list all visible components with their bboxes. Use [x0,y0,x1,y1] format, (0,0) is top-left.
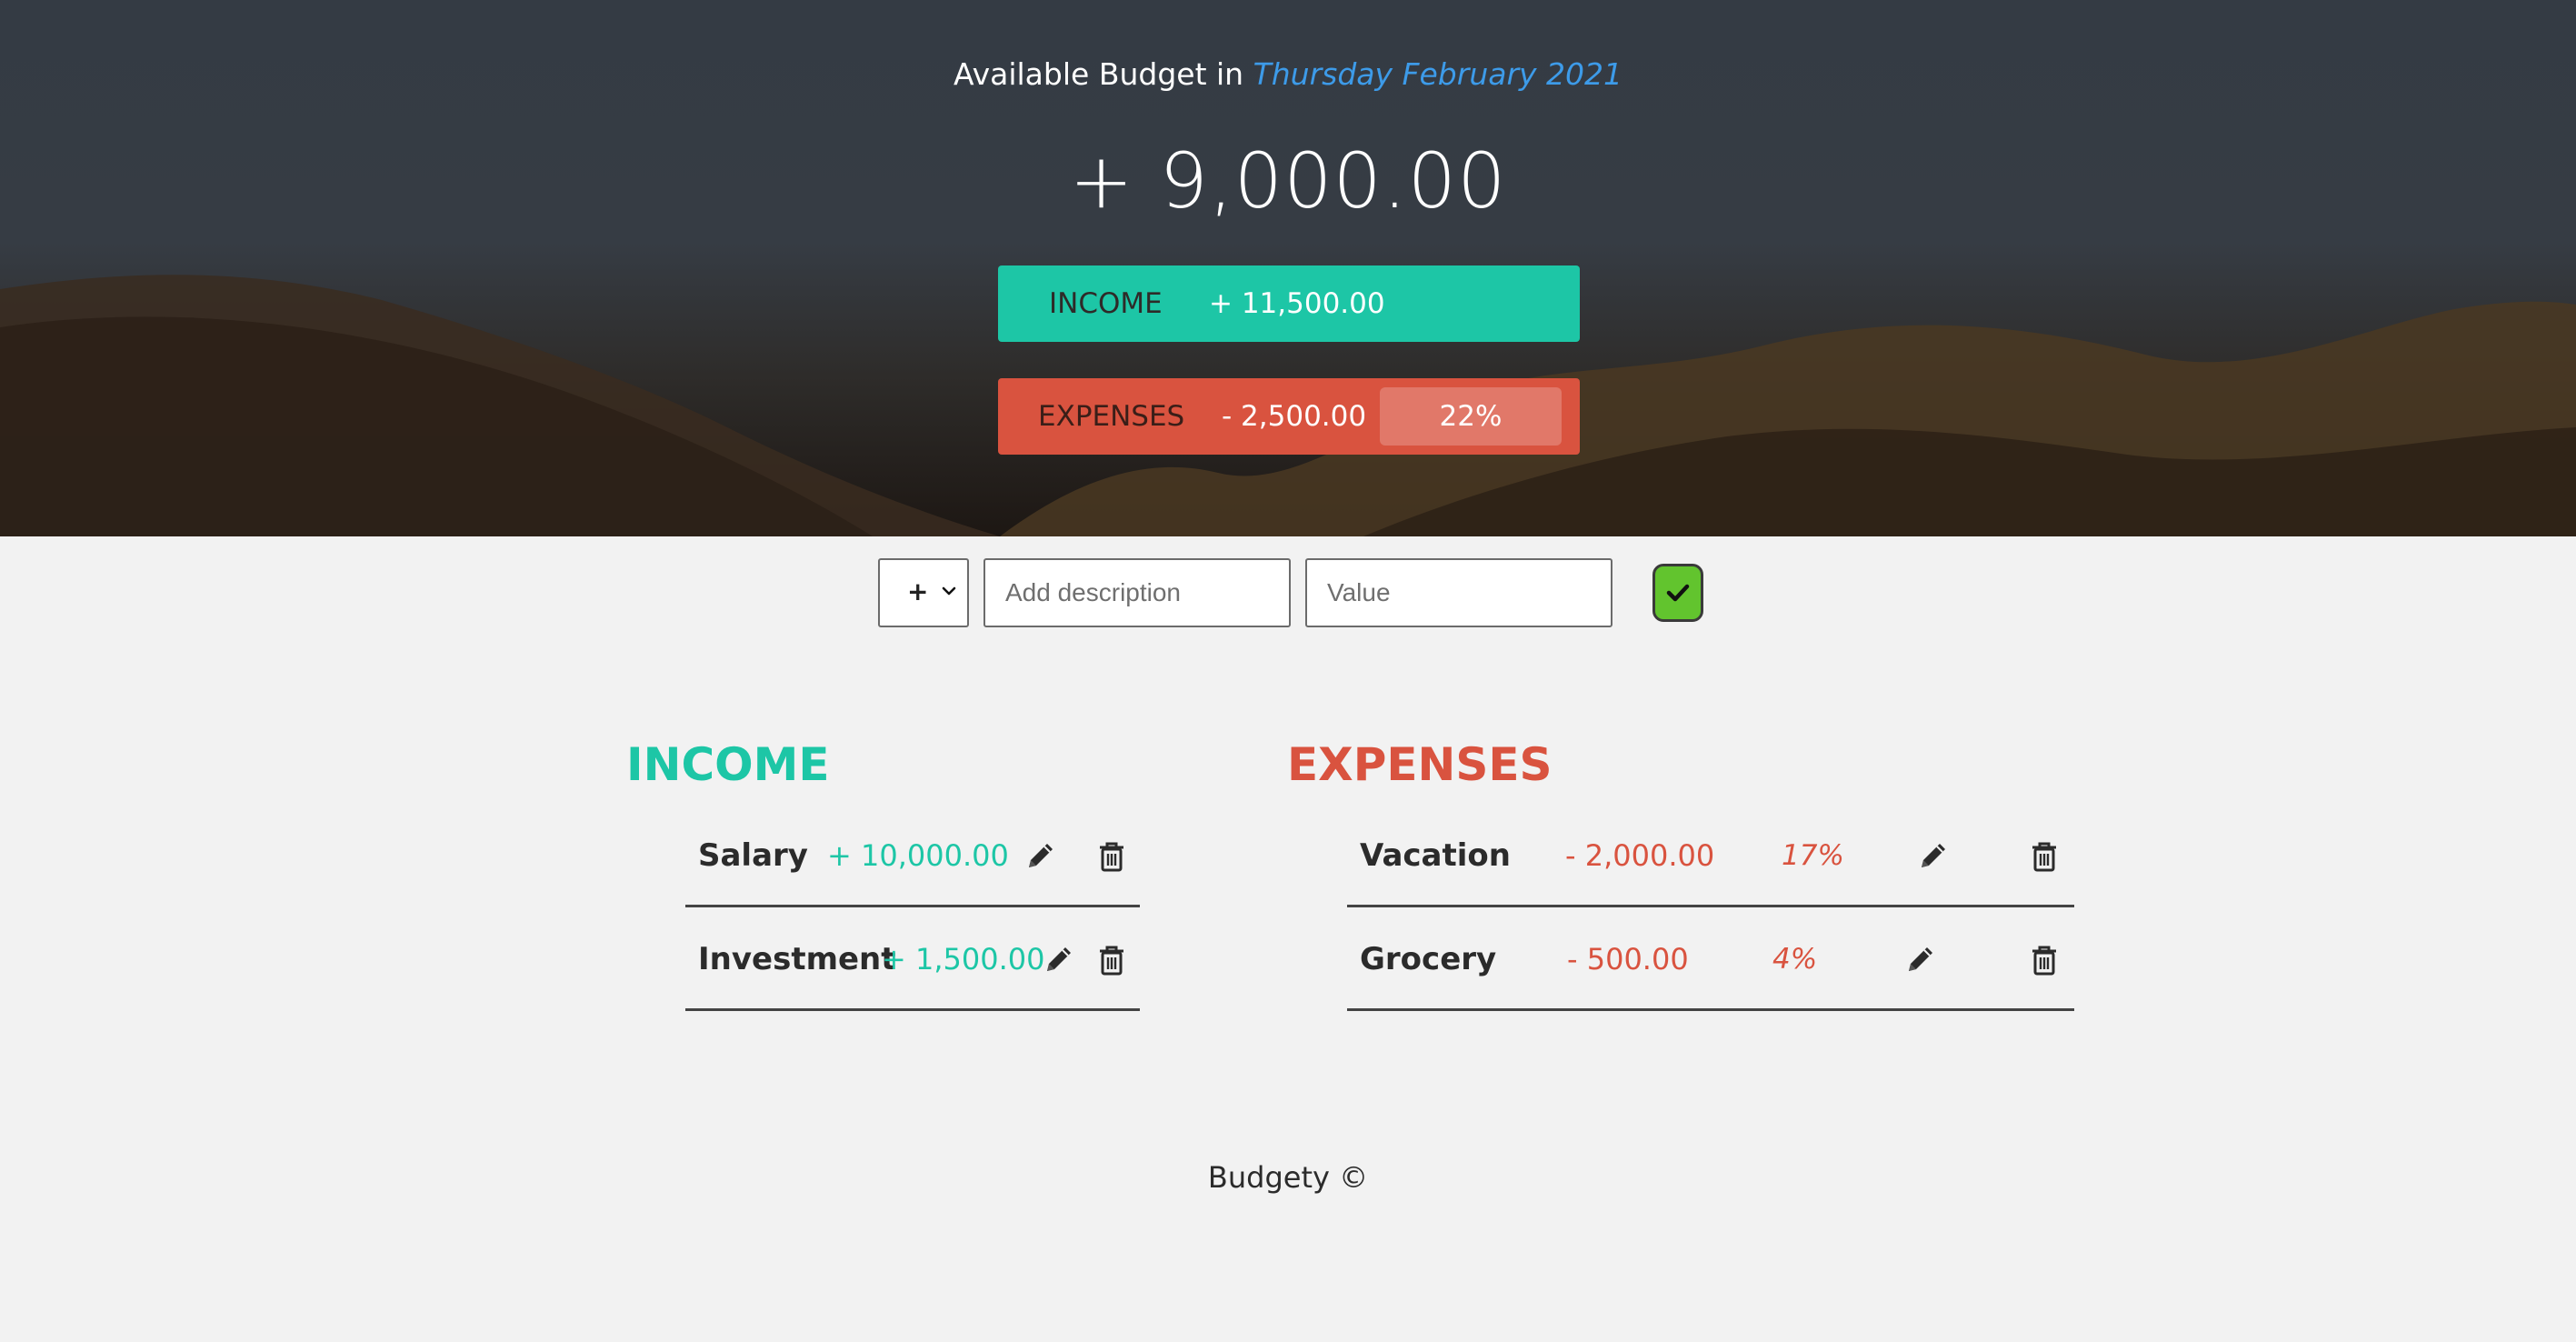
expense-item: Vacation - 2,000.00 17% [1347,804,2074,907]
income-item: Salary + 10,000.00 [685,804,1140,907]
income-item: Investment + 1,500.00 [685,907,1140,1011]
budget-title: Available Budget in Thursday February 20… [0,56,2576,92]
trash-icon[interactable] [2029,944,2060,976]
income-item-description: Salary [698,837,808,874]
trash-icon[interactable] [2029,840,2060,873]
trash-icon[interactable] [1096,840,1127,873]
expense-item-percentage: 17% [1782,839,1844,872]
income-summary-label: INCOME [1049,287,1163,320]
expenses-summary-percentage: 22% [1380,387,1562,446]
footer-text: Budgety © [1207,1160,1369,1195]
income-item-value: + 10,000.00 [827,838,1009,873]
description-input[interactable] [983,558,1291,627]
budget-month: Thursday February 2021 [1253,56,1623,92]
check-icon [1666,584,1690,602]
income-item-description: Investment [698,941,896,977]
expense-item-percentage: 4% [1772,943,1818,976]
expenses-summary-label: EXPENSES [1038,400,1185,433]
expenses-summary-value: - 2,500.00 [1222,400,1367,433]
expenses-summary: EXPENSES - 2,500.00 22% [998,378,1580,455]
pencil-icon[interactable] [1905,944,1936,976]
budget-header: Available Budget in Thursday February 20… [0,0,2576,536]
chevron-down-icon [942,586,956,596]
pencil-icon[interactable] [1025,840,1056,873]
budget-title-prefix: Available Budget in [953,56,1244,92]
trash-icon[interactable] [1096,944,1127,976]
expense-item-description: Vacation [1360,837,1511,874]
expense-item-value: - 2,000.00 [1565,838,1715,873]
type-select-value: + [907,576,929,606]
type-select[interactable]: + [878,558,969,627]
expense-item-description: Grocery [1360,941,1497,977]
add-item-button[interactable] [1652,564,1703,622]
income-summary: INCOME + 11,500.00 [998,265,1580,342]
available-budget-value: + 9,000.00 [1069,136,1507,225]
pencil-icon[interactable] [1918,840,1949,873]
income-item-value: + 1,500.00 [882,942,1045,976]
expense-item-value: - 500.00 [1567,942,1689,976]
expense-item: Grocery - 500.00 4% [1347,907,2074,1011]
expenses-list-title: EXPENSES [1287,738,1553,791]
income-list-title: INCOME [626,738,830,791]
value-input[interactable] [1305,558,1612,627]
income-summary-value: + 11,500.00 [1209,287,1385,320]
pencil-icon[interactable] [1043,944,1074,976]
